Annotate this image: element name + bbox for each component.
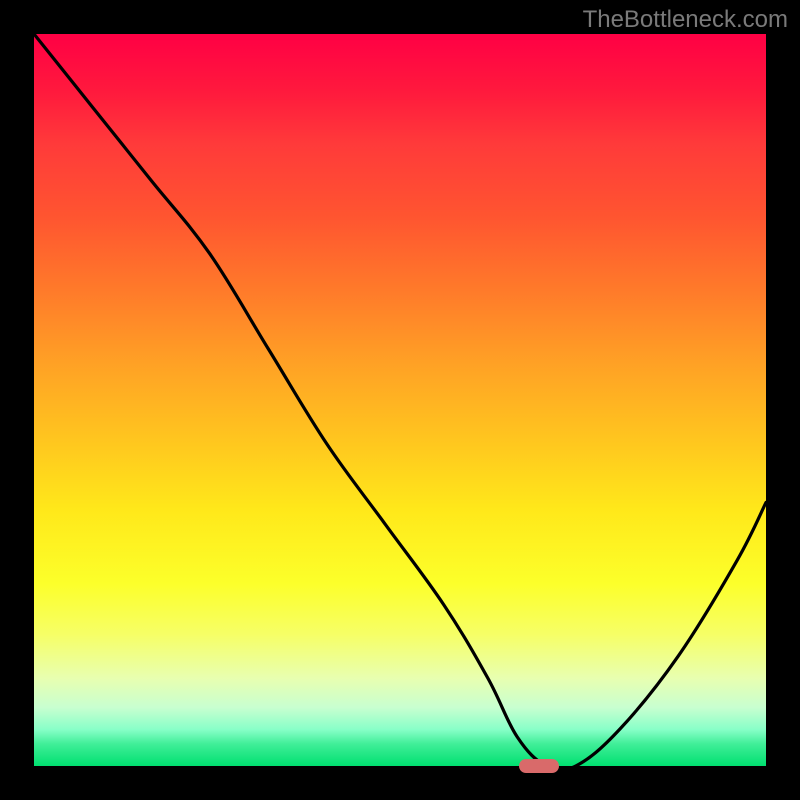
chart-plot-area <box>34 34 766 766</box>
watermark-text: TheBottleneck.com <box>583 6 788 34</box>
chart-line <box>34 34 766 766</box>
chart-marker <box>519 759 559 773</box>
